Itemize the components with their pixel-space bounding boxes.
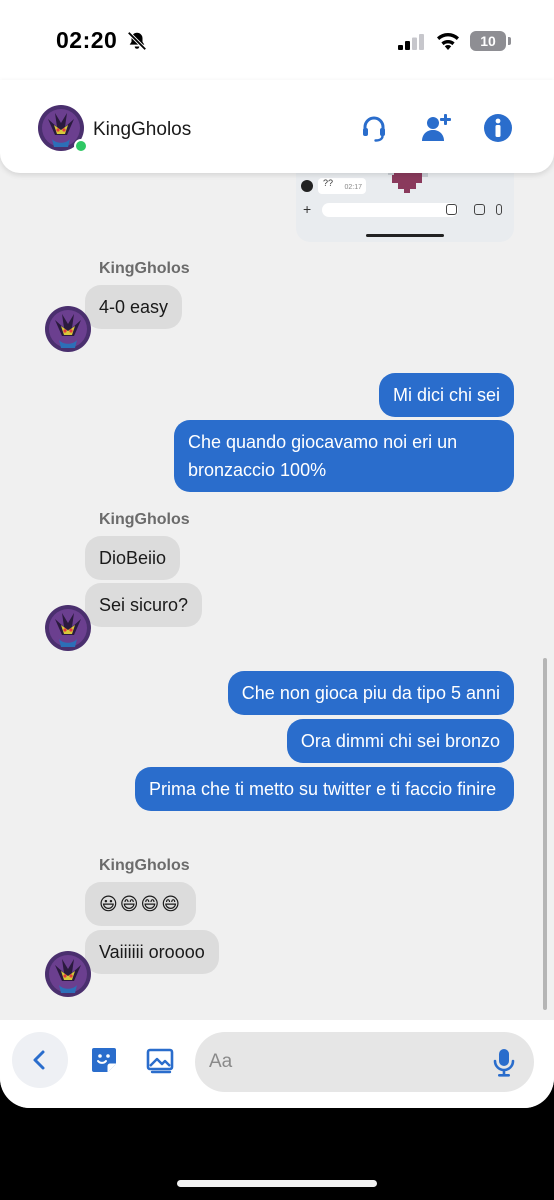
battery-cap — [508, 37, 511, 45]
preview-chip: ?? 02:17 — [318, 178, 366, 194]
online-indicator — [74, 139, 88, 153]
chat-thread[interactable]: ?? 02:17 + KingGholos 4-0 easy Mi dici c… — [0, 173, 554, 1020]
image-icon[interactable] — [144, 1044, 176, 1076]
preview-home-bar — [366, 234, 444, 237]
contact-name[interactable]: KingGholos — [93, 119, 191, 141]
back-chevron-icon — [33, 1050, 45, 1070]
preview-sticker-icon — [446, 204, 457, 215]
outgoing-message[interactable]: Che quando giocavamo noi eri un bronzacc… — [174, 420, 514, 492]
preview-chip-time: 02:17 — [344, 184, 362, 191]
sender-avatar[interactable] — [45, 605, 91, 651]
outgoing-message[interactable]: Ora dimmi chi sei bronzo — [286, 719, 514, 763]
chat-header: KingGholos — [0, 80, 554, 173]
outgoing-message[interactable]: Mi dici chi sei — [378, 373, 514, 417]
bell-slash-icon — [127, 31, 147, 51]
status-bar: 02:20 10 — [0, 0, 554, 80]
outgoing-message[interactable]: Che non gioca piu da tipo 5 anni — [227, 671, 514, 715]
phone: 02:20 10 KingGholos ?? 02:17 + KingGholo… — [0, 0, 554, 1200]
home-indicator[interactable] — [177, 1180, 377, 1187]
message-composer — [0, 1020, 554, 1108]
microphone-icon[interactable] — [492, 1048, 516, 1078]
back-button[interactable] — [12, 1032, 68, 1088]
add-friend-icon[interactable] — [420, 112, 452, 144]
incoming-message[interactable]: 4-0 easy — [85, 285, 183, 329]
voice-chat-icon[interactable] — [358, 112, 390, 144]
sender-avatar[interactable] — [45, 306, 91, 352]
info-icon[interactable] — [482, 112, 514, 144]
preview-plus-icon: + — [303, 201, 312, 217]
message-input[interactable] — [195, 1032, 534, 1092]
wifi-icon — [437, 33, 459, 50]
incoming-message[interactable]: Vaiiiiii oroooo — [85, 930, 219, 974]
scrollbar[interactable] — [543, 658, 547, 1010]
incoming-message[interactable]: DioBeiio — [85, 536, 181, 580]
sender-name: KingGholos — [99, 511, 190, 528]
incoming-message[interactable]: Sei sicuro? — [85, 583, 203, 627]
signal-icon — [398, 34, 424, 50]
screen: 02:20 10 KingGholos ?? 02:17 + KingGholo… — [0, 0, 554, 1108]
preview-input — [322, 203, 458, 217]
outgoing-message[interactable]: Prima che ti metto su twitter e ti facci… — [135, 767, 514, 811]
battery-icon: 10 — [470, 31, 506, 51]
shared-screenshot-image[interactable]: ?? 02:17 + — [296, 173, 514, 242]
preview-chip-text: ?? — [323, 178, 334, 188]
incoming-emoji-message[interactable]: 😃😄😄😄 — [85, 882, 197, 926]
sticker-icon[interactable] — [88, 1044, 120, 1076]
sender-name: KingGholos — [99, 260, 190, 277]
preview-camera-icon — [474, 204, 485, 215]
preview-mic-icon — [496, 204, 502, 215]
status-time: 02:20 — [56, 27, 118, 53]
sender-avatar[interactable] — [45, 951, 91, 997]
pixel-art-image — [388, 173, 428, 193]
sender-name: KingGholos — [99, 857, 190, 874]
preview-avatar-dot — [301, 180, 313, 192]
